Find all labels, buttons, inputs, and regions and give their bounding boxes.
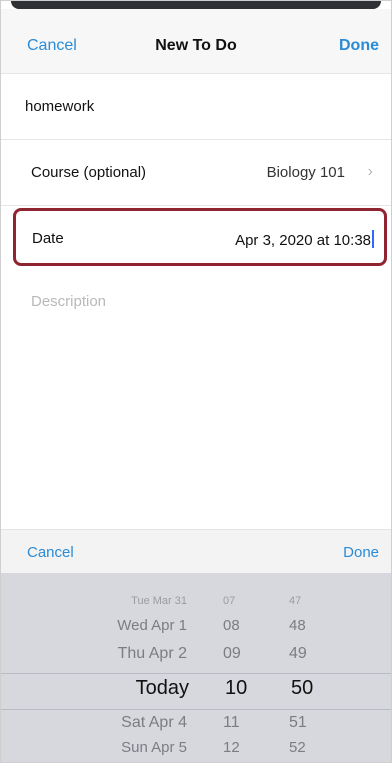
course-label: Course (optional) bbox=[31, 164, 147, 181]
title-field-value[interactable]: homework bbox=[25, 98, 94, 115]
picker-day: Wed Apr 1 bbox=[117, 617, 187, 634]
course-value: Biology 101 bbox=[266, 164, 345, 181]
picker-row[interactable]: Wed Apr 1 08 48 bbox=[1, 617, 391, 645]
picker-row[interactable]: Thu Apr 2 09 49 bbox=[1, 645, 391, 673]
date-time-picker[interactable]: Tue Mar 31 07 47 Wed Apr 1 08 48 Thu Apr… bbox=[1, 573, 391, 762]
picker-hour: 07 bbox=[223, 595, 236, 607]
status-bar-strip bbox=[11, 1, 381, 9]
done-button[interactable]: Done bbox=[339, 37, 379, 55]
picker-minute: 47 bbox=[289, 595, 302, 607]
date-label: Date bbox=[32, 230, 64, 247]
picker-minute: 51 bbox=[289, 714, 307, 731]
picker-minute: 48 bbox=[289, 617, 306, 634]
screen: Cancel New To Do Done homework Course (o… bbox=[0, 0, 392, 763]
page-title: New To Do bbox=[155, 37, 237, 54]
date-row[interactable]: Date Apr 3, 2020 at 10:38 bbox=[13, 208, 387, 266]
picker-toolbar: Cancel Done bbox=[1, 529, 391, 575]
picker-hour: 11 bbox=[223, 714, 240, 731]
date-value: Apr 3, 2020 at 10:38 bbox=[235, 232, 371, 249]
picker-hour: 08 bbox=[223, 617, 240, 634]
picker-day: Sat Apr 4 bbox=[121, 714, 187, 731]
picker-minute: 49 bbox=[289, 645, 307, 662]
picker-day: Tue Mar 31 bbox=[131, 595, 187, 607]
navigation-bar: Cancel New To Do Done bbox=[1, 9, 391, 74]
picker-day: Today bbox=[135, 677, 189, 699]
picker-row[interactable]: Sat Apr 4 11 51 bbox=[1, 714, 391, 742]
title-field-row[interactable]: homework bbox=[1, 74, 391, 140]
picker-hour: 09 bbox=[223, 645, 241, 662]
picker-row-selected[interactable]: Today 10 50 bbox=[1, 677, 391, 711]
picker-minute: 50 bbox=[291, 677, 314, 699]
picker-done-button[interactable]: Done bbox=[343, 544, 379, 561]
description-input[interactable]: Description bbox=[31, 293, 106, 310]
text-cursor bbox=[372, 230, 374, 248]
picker-hour: 10 bbox=[225, 677, 248, 699]
picker-day: Thu Apr 2 bbox=[117, 645, 187, 662]
picker-row[interactable]: Sun Apr 5 12 52 bbox=[1, 739, 391, 762]
picker-cancel-button[interactable]: Cancel bbox=[27, 544, 74, 561]
picker-hour: 12 bbox=[223, 739, 240, 756]
picker-selection-top-line bbox=[1, 673, 391, 674]
picker-selection-bottom-line bbox=[1, 709, 391, 710]
date-value-field[interactable]: Apr 3, 2020 at 10:38 bbox=[235, 230, 374, 249]
picker-day: Sun Apr 5 bbox=[121, 739, 187, 756]
course-row[interactable]: Course (optional) Biology 101 › bbox=[1, 140, 391, 206]
chevron-right-icon: › bbox=[367, 163, 373, 180]
picker-minute: 52 bbox=[289, 739, 306, 756]
